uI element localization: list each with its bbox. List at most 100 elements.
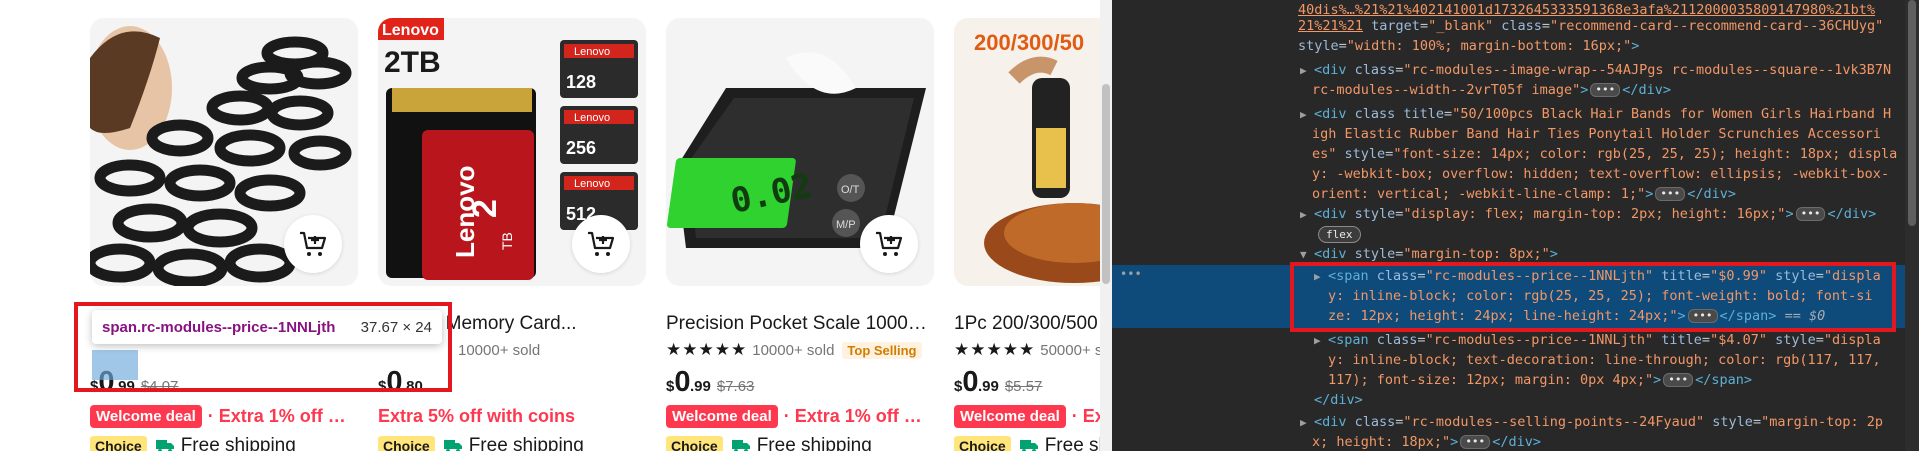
page-scrollbar[interactable]: [1100, 0, 1112, 451]
product-image-hair-ties[interactable]: [90, 18, 358, 286]
more-options-icon[interactable]: •••: [1120, 267, 1142, 281]
product-image-pocket-scale[interactable]: 0.02 O/T M/P: [666, 18, 934, 286]
devtools-elements-panel: 40dis%…%21%21%402141001d1732645333591368…: [1112, 0, 1919, 451]
cart-plus-icon: [300, 231, 327, 256]
product-card-lenovo-memory[interactable]: Lenovo 2TB Lenovo 2 TB Lenovo 128 Lenovo…: [378, 18, 646, 451]
dom-line-selected-2: y: inline-block; color: rgb(25, 25, 25);…: [1328, 288, 1873, 304]
product-image-lenovo-memory[interactable]: Lenovo 2TB Lenovo 2 TB Lenovo 128 Lenovo…: [378, 18, 646, 286]
collapsed-children-icon[interactable]: •••: [1460, 435, 1491, 449]
dom-line-href-cont[interactable]: 21%21%21 target="_blank" class="recommen…: [1298, 16, 1883, 36]
price-integer: 0: [386, 366, 402, 398]
dom-node-image-wrap[interactable]: ▶ <div class="rc-modules--image-wrap--54A…: [1300, 60, 1891, 80]
expand-triangle-icon[interactable]: ▶: [1314, 267, 1328, 287]
collapse-triangle-icon[interactable]: ▼: [1300, 245, 1314, 265]
top-selling-badge: Top Selling: [842, 341, 922, 359]
expand-triangle-icon[interactable]: ▶: [1314, 331, 1328, 351]
deal-row: Welcome deal · Extra 1% off wi...: [90, 403, 358, 429]
dom-line-title-4: y: -webkit-box; overflow: hidden; text-o…: [1312, 166, 1890, 182]
price-decimal: .99: [113, 378, 135, 395]
dom-node-title-div[interactable]: ▶ <div class title="50/100pcs Black Hair …: [1300, 104, 1891, 124]
expand-triangle-icon[interactable]: ▶: [1300, 413, 1314, 433]
inspector-tooltip: span.rc-modules--price--1NNLjth 37.67 × …: [92, 310, 442, 344]
rating-row: ★ ★ ★ ★ ★ 10000+ sold Top Selling: [666, 339, 922, 361]
flex-badge[interactable]: flex: [1318, 226, 1361, 243]
price-integer: 0: [674, 366, 690, 398]
price-integer: 0: [962, 366, 978, 398]
free-shipping-label: Free shipping: [180, 435, 296, 451]
rating-stars: ★ ★ ★ ★ ★: [666, 340, 747, 360]
truck-icon: [731, 438, 751, 451]
welcome-deal-badge: Welcome deal: [954, 404, 1066, 428]
dom-line-style[interactable]: style="width: 100%; margin-bottom: 16px;…: [1298, 36, 1639, 56]
sold-count: 10000+ sold: [458, 341, 541, 359]
dom-node-image-wrap-cont[interactable]: rc-modules--width--2vrT05f image"> ••• </d…: [1312, 80, 1671, 100]
add-to-cart-button[interactable]: [284, 215, 342, 273]
shipping-row: Choice Free shipping: [666, 433, 872, 451]
svg-text:M/P: M/P: [836, 219, 856, 231]
devtools-scrollbar-thumb[interactable]: [1908, 0, 1916, 226]
add-to-cart-button[interactable]: [860, 215, 918, 273]
page-scrollbar-thumb[interactable]: [1102, 84, 1110, 284]
welcome-deal-badge: Welcome deal: [666, 404, 778, 428]
product-title[interactable]: 1Pc 200/300/500: [954, 312, 1112, 336]
collapsed-children-icon[interactable]: •••: [1687, 309, 1718, 323]
product-image-oil-sprayer[interactable]: 200/300/50: [954, 18, 1112, 286]
choice-badge: Choice: [378, 436, 435, 451]
shipping-row: Choice Free shipping: [378, 433, 584, 451]
svg-text:Lenovo: Lenovo: [574, 178, 610, 190]
price-currency: $: [90, 378, 99, 395]
svg-text:256: 256: [566, 138, 596, 158]
dom-close-div[interactable]: </div>: [1314, 390, 1363, 410]
original-price: $7.63: [716, 378, 755, 395]
rating-row: 10000+ sold: [458, 339, 540, 361]
dom-line-title-5: orient: vertical; -webkit-line-clamp: 1;…: [1312, 186, 1737, 202]
dom-line-selling-2: x; height: 18px;"> ••• </div>: [1312, 434, 1541, 450]
oil-sprayer-image: 200/300/50: [954, 18, 1112, 286]
flex-badge-row: flex: [1318, 224, 1361, 244]
inspected-element-highlight: [92, 350, 138, 380]
original-price: $5.57: [1004, 378, 1043, 395]
expand-triangle-icon[interactable]: ▶: [1300, 61, 1314, 81]
svg-text:Lenovo: Lenovo: [574, 112, 610, 124]
svg-text:TB: TB: [499, 232, 515, 250]
product-card-hair-ties[interactable]: $ 0 .99 $4.07 Welcome deal · Extra 1% of…: [90, 18, 358, 451]
choice-badge: Choice: [90, 436, 147, 451]
deal-row: Welcome deal · Extra 1% off wi...: [666, 403, 934, 429]
collapsed-children-icon[interactable]: •••: [1663, 373, 1694, 387]
deal-text: · Extra 1% off wi...: [207, 405, 358, 426]
original-price: $4.07: [140, 378, 179, 395]
cart-plus-icon: [588, 231, 615, 256]
console-ref: == $0: [1784, 308, 1826, 324]
dom-node-selling-points[interactable]: ▶ <div class="rc-modules--selling-points-…: [1300, 412, 1883, 432]
collapsed-children-icon[interactable]: •••: [1795, 207, 1826, 221]
dom-node-price-selected[interactable]: ▶ <span class="rc-modules--price--1NNLjth…: [1314, 266, 1881, 286]
price-decimal: .99: [977, 378, 999, 395]
price-decimal: .80: [401, 378, 423, 395]
product-card-oil-sprayer[interactable]: 200/300/50 1Pc 200/300/500 ★ ★ ★ ★ ★ 50000+ …: [954, 18, 1112, 451]
lenovo-banner-text: Lenovo: [382, 22, 439, 39]
expand-triangle-icon[interactable]: ▶: [1300, 105, 1314, 125]
inspector-dimensions: 37.67 × 24: [360, 318, 432, 336]
sold-count: 10000+ sold: [752, 341, 835, 359]
dom-node-margin-div[interactable]: ▼ <div style="margin-top: 8px;">: [1300, 244, 1558, 264]
devtools-scrollbar[interactable]: [1905, 0, 1919, 451]
collapsed-children-icon[interactable]: •••: [1590, 83, 1621, 97]
expand-triangle-icon[interactable]: ▶: [1300, 205, 1314, 225]
price-row: $ 0 .99 $5.57: [954, 366, 1042, 402]
price-decimal: .99: [689, 378, 711, 395]
dom-line-old-3: 117); font-size: 12px; margin: 0px 4px;"…: [1328, 372, 1753, 388]
svg-text:2TB: 2TB: [384, 46, 441, 79]
price-currency: $: [378, 378, 387, 395]
shipping-row: Choice Free shipping: [90, 433, 296, 451]
price-row: $ 0 .99 $7.63: [666, 366, 754, 402]
free-shipping-label: Free shipping: [756, 435, 872, 451]
deal-text: · Extra 1% off wi...: [783, 405, 934, 426]
dom-node-price-old[interactable]: ▶ <span class="rc-modules--price--1NNLjth…: [1314, 330, 1881, 350]
choice-badge: Choice: [954, 436, 1011, 451]
collapsed-children-icon[interactable]: •••: [1655, 187, 1686, 201]
product-card-pocket-scale[interactable]: 0.02 O/T M/P Precision Pocket Scale 1000…: [666, 18, 934, 451]
add-to-cart-button[interactable]: [572, 215, 630, 273]
deal-row: Extra 5% off with coins: [378, 403, 646, 429]
product-title[interactable]: Precision Pocket Scale 1000g X...: [666, 312, 934, 336]
dom-node-flex-div[interactable]: ▶ <div style="display: flex; margin-top: …: [1300, 204, 1876, 224]
